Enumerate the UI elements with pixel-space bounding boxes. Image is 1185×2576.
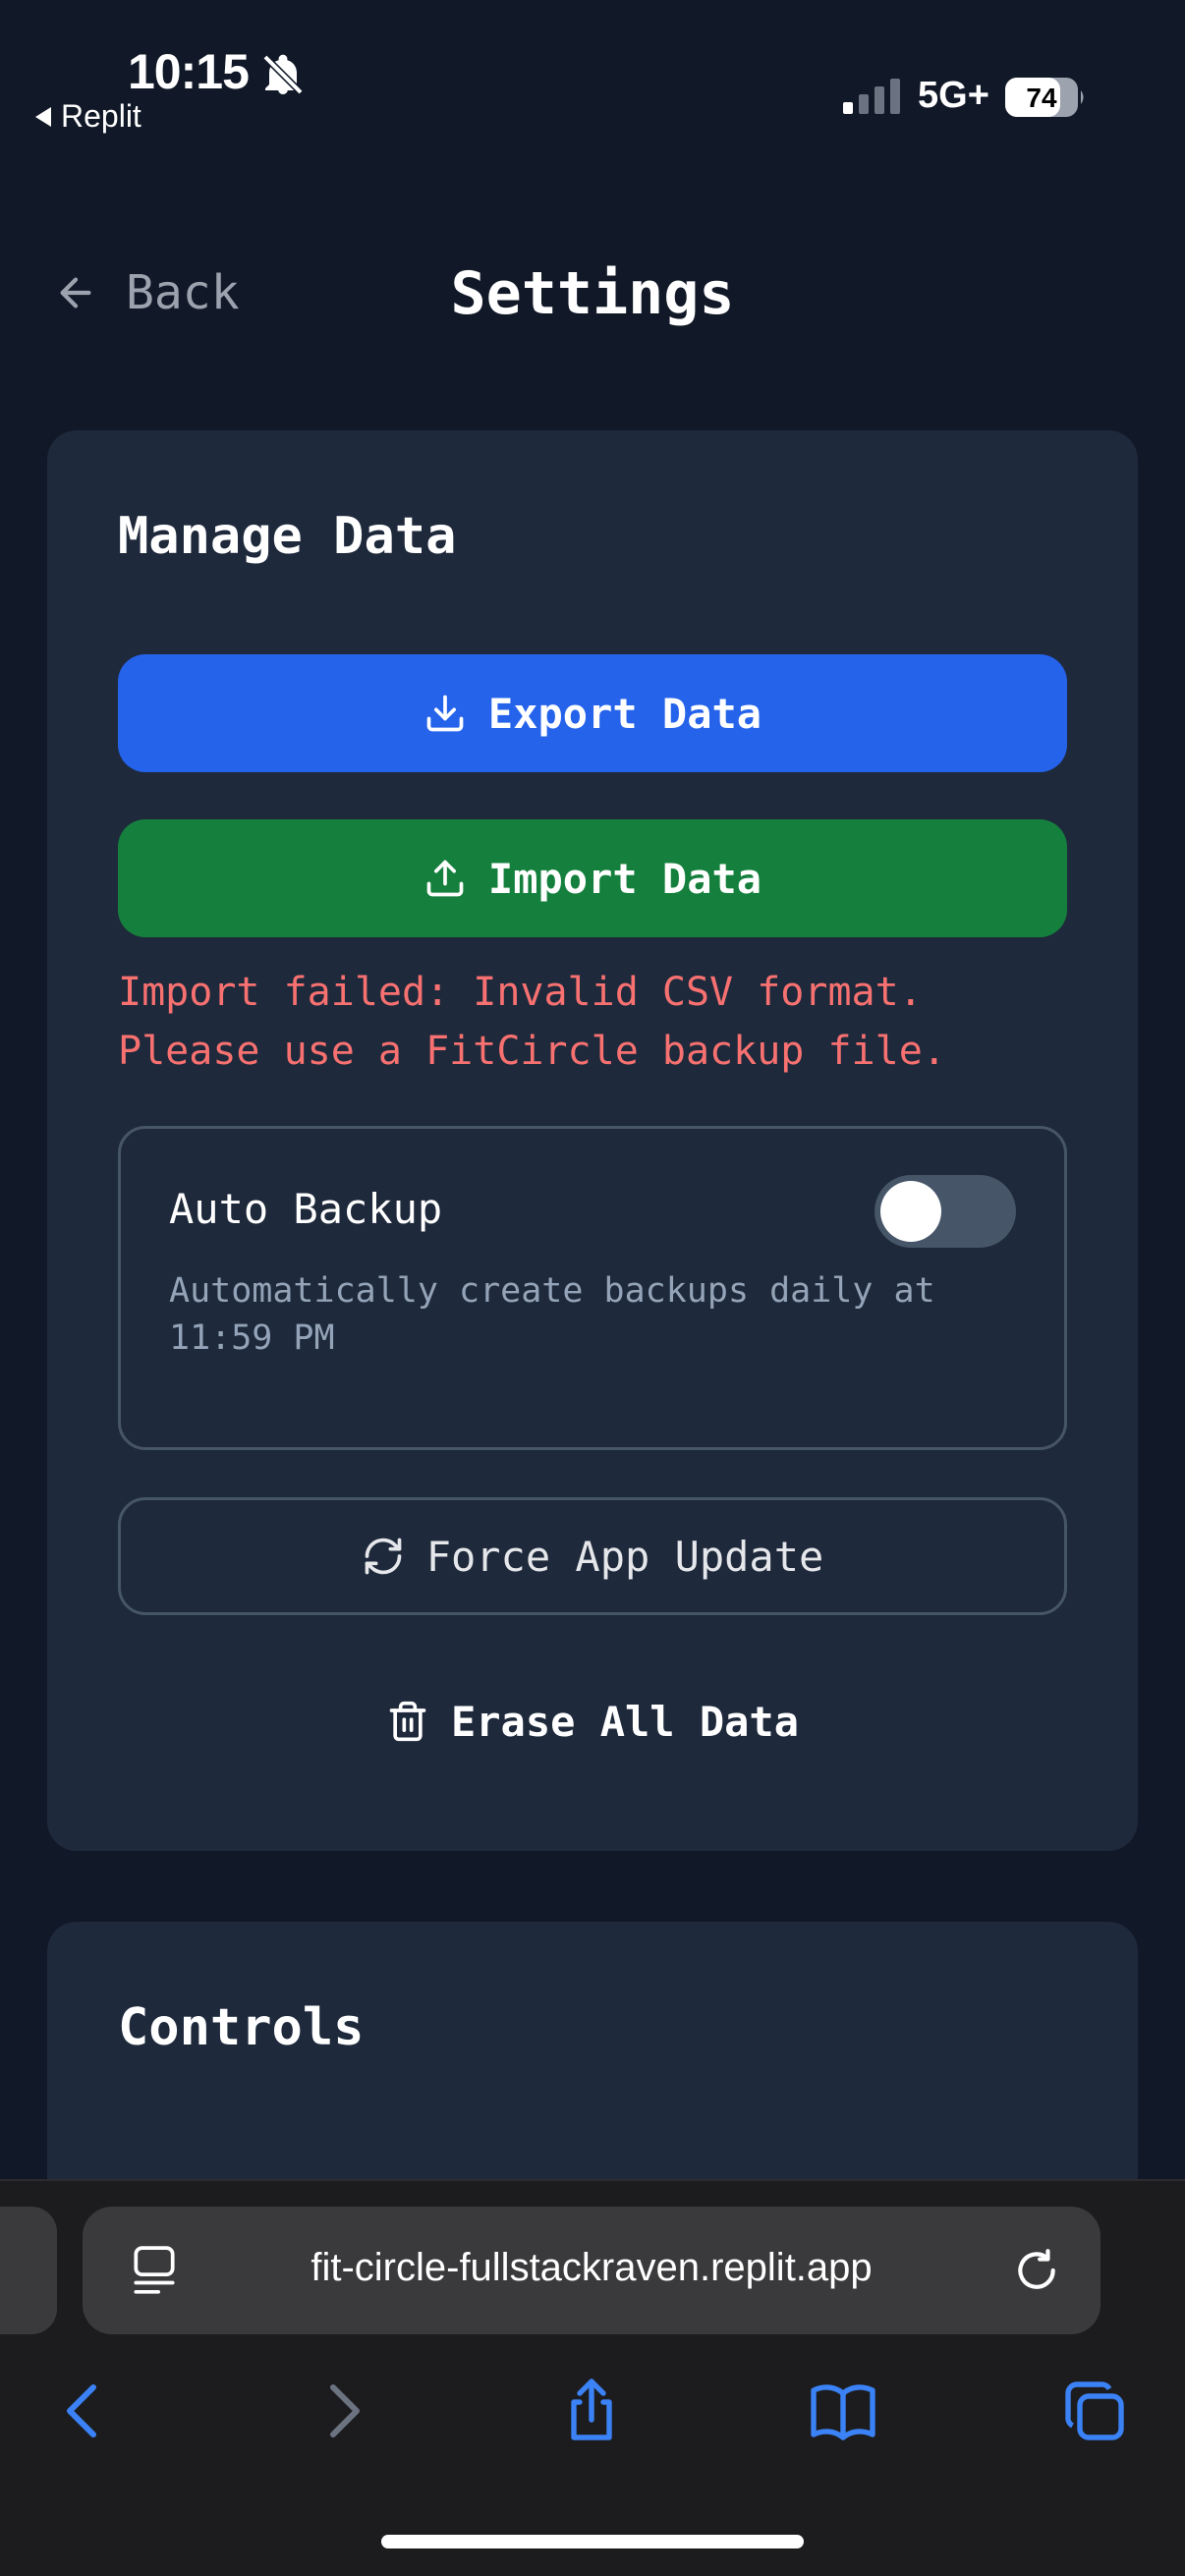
download-icon <box>426 695 464 732</box>
browser-forward-icon[interactable] <box>307 2376 377 2446</box>
import-error-message: Import failed: Invalid CSV format. Pleas… <box>118 963 1081 1081</box>
erase-all-data-label: Erase All Data <box>450 1697 799 1746</box>
page-title: Settings <box>450 259 735 328</box>
description-line: Automatically create backups daily at <box>169 1271 935 1311</box>
back-triangle-icon <box>35 106 51 127</box>
import-data-button[interactable]: Import Data <box>118 819 1067 937</box>
export-data-button[interactable]: Export Data <box>118 654 1067 772</box>
error-line: Please use a FitCircle backup file. <box>118 1029 946 1074</box>
force-app-update-button[interactable]: Force App Update <box>118 1497 1067 1615</box>
import-data-label: Import Data <box>487 854 762 903</box>
error-line: Import failed: Invalid CSV format. <box>118 970 923 1015</box>
bell-muted-icon <box>262 54 304 95</box>
tabs-icon[interactable] <box>1059 2376 1130 2446</box>
share-icon[interactable] <box>556 2376 627 2446</box>
manage-data-title: Manage Data <box>118 507 457 566</box>
force-app-update-label: Force App Update <box>425 1532 824 1581</box>
network-type: 5G+ <box>918 75 989 116</box>
erase-all-data-button[interactable]: Erase All Data <box>118 1662 1067 1780</box>
auto-backup-label: Auto Backup <box>169 1185 443 1233</box>
home-indicator[interactable] <box>381 2535 804 2548</box>
auto-backup-description: Automatically create backups daily at 11… <box>169 1267 1034 1362</box>
toggle-knob <box>880 1181 941 1242</box>
auto-backup-toggle[interactable] <box>875 1175 1016 1248</box>
status-time: 10:15 <box>128 44 250 99</box>
controls-title: Controls <box>118 1998 365 2057</box>
previous-tab-preview[interactable] <box>0 2207 57 2334</box>
refresh-icon <box>365 1538 402 1575</box>
description-line: 11:59 PM <box>169 1318 335 1358</box>
url-text[interactable]: fit-circle-fullstackraven.replit.app <box>83 2246 1100 2290</box>
status-back-app-label: Replit <box>61 98 141 134</box>
export-data-label: Export Data <box>487 689 762 738</box>
trash-icon <box>389 1701 426 1742</box>
status-back-to-app[interactable]: Replit <box>35 98 141 135</box>
cellular-signal-icon <box>843 79 900 114</box>
battery-level: 74 <box>1026 83 1057 113</box>
upload-icon <box>426 860 464 897</box>
browser-back-icon[interactable] <box>49 2376 120 2446</box>
reload-icon[interactable] <box>1012 2246 1061 2295</box>
bookmarks-icon[interactable] <box>808 2376 878 2446</box>
battery-icon: 74 <box>1005 78 1084 117</box>
